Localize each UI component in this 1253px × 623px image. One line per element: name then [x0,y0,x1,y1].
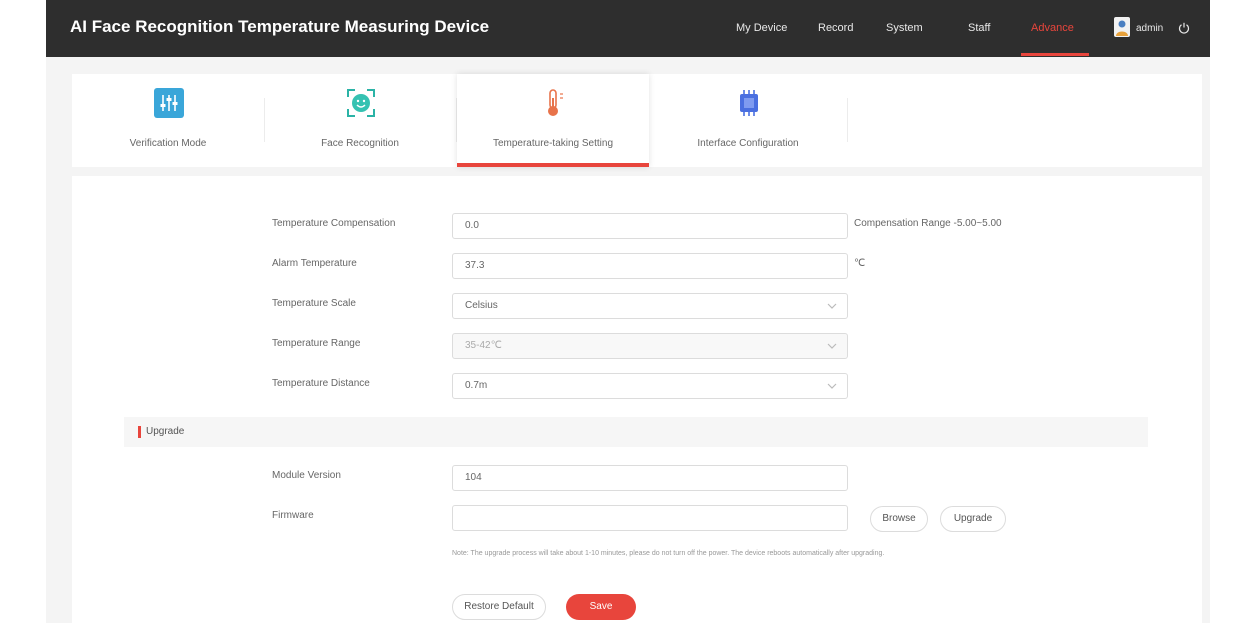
restore-default-button[interactable]: Restore Default [452,594,546,620]
tab-label: Temperature-taking Setting [492,138,614,149]
nav-record[interactable]: Record [818,22,853,34]
temperature-range-label: Temperature Range [272,338,361,349]
upgrade-section-header: Upgrade [124,417,1148,447]
temperature-scale-select[interactable]: Celsius [452,293,848,319]
firmware-label: Firmware [272,510,314,521]
module-version-label: Module Version [272,470,341,481]
tab-label: Verification Mode [129,138,207,149]
nav-my-device[interactable]: My Device [736,22,787,34]
alarm-temperature-input[interactable]: 37.3 [452,253,848,279]
temperature-range-value: 35-42℃ [465,340,502,351]
temperature-scale-label: Temperature Scale [272,298,356,309]
sliders-icon [154,88,184,118]
tab-interface-configuration[interactable]: Interface Configuration [652,74,844,167]
alarm-unit: ℃ [854,258,866,269]
save-button[interactable]: Save [566,594,636,620]
tab-verification-mode[interactable]: Verification Mode [72,74,264,167]
power-icon[interactable] [1178,22,1190,34]
user-icon[interactable] [1114,17,1130,37]
nav-system[interactable]: System [886,22,923,34]
nav-staff[interactable]: Staff [968,22,990,34]
chevron-down-icon [827,303,837,309]
tab-divider [847,98,848,142]
alarm-temperature-label: Alarm Temperature [272,258,357,269]
compensation-range-hint: Compensation Range -5.00~5.00 [854,218,1002,229]
temperature-distance-value: 0.7m [465,380,488,391]
nav-active-indicator [1021,53,1089,56]
upgrade-note: Note: The upgrade process will take abou… [452,550,885,557]
temperature-distance-label: Temperature Distance [272,378,370,389]
temperature-distance-select[interactable]: 0.7m [452,373,848,399]
nav-advance[interactable]: Advance [1031,22,1074,34]
main-nav: My Device Record System Staff Advance [46,0,1210,57]
compensation-label: Temperature Compensation [272,218,396,229]
face-icon [347,89,375,117]
temperature-scale-value: Celsius [465,300,498,311]
top-bar: AI Face Recognition Temperature Measurin… [46,0,1210,57]
tab-label: Interface Configuration [697,138,799,149]
section-accent [138,426,141,438]
chevron-down-icon [827,343,837,349]
settings-tabs: Verification Mode Face Recognition Tempe… [72,74,1202,167]
browse-button[interactable]: Browse [870,506,928,532]
upgrade-button[interactable]: Upgrade [940,506,1006,532]
firmware-input[interactable] [452,505,848,531]
chevron-down-icon [827,383,837,389]
temperature-settings-form: Temperature Compensation 0.0 Compensatio… [72,176,1202,623]
module-version-input[interactable]: 104 [452,465,848,491]
tab-temperature-setting[interactable]: Temperature-taking Setting [457,74,649,167]
thermometer-icon [548,89,563,116]
chip-icon [740,90,758,116]
tab-label: Face Recognition [321,138,399,149]
temperature-range-select[interactable]: 35-42℃ [452,333,848,359]
upgrade-section-title: Upgrade [146,426,185,437]
tab-face-recognition[interactable]: Face Recognition [264,74,456,167]
user-name[interactable]: admin [1136,23,1163,34]
compensation-input[interactable]: 0.0 [452,213,848,239]
active-tab-indicator [457,163,649,167]
